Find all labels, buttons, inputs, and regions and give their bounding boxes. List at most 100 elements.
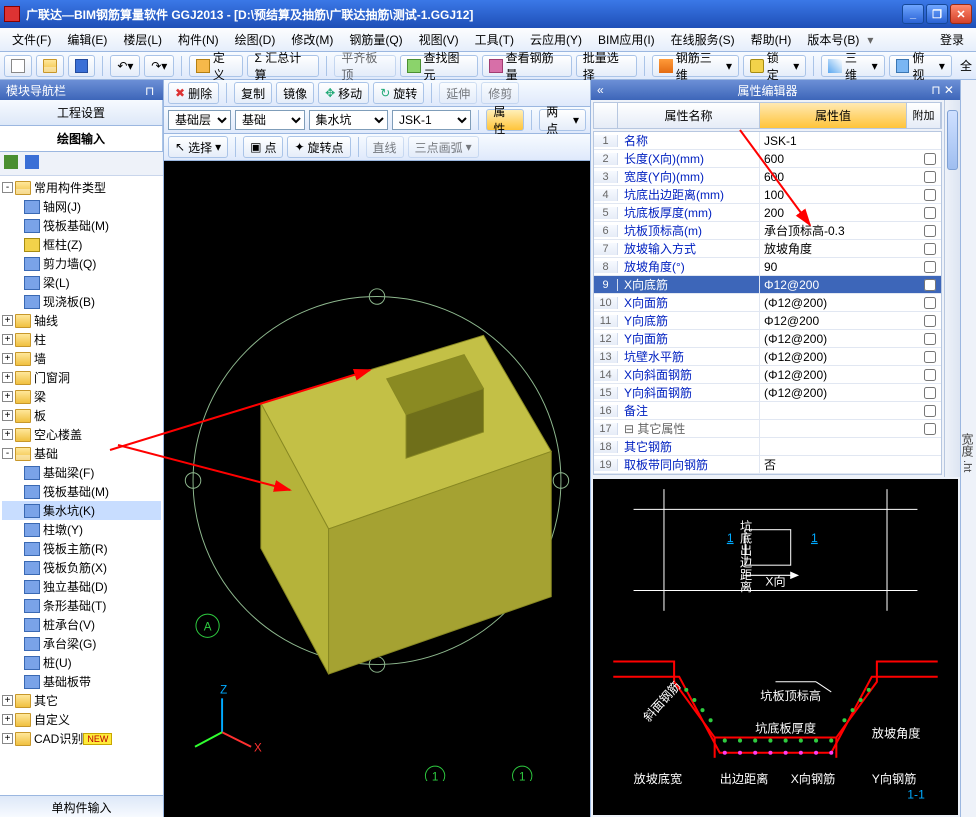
tree-item[interactable]: 基础梁(F) bbox=[2, 463, 161, 482]
category-select[interactable]: 基础 bbox=[235, 110, 305, 130]
rebar-3d-button[interactable]: 钢筋三维▾ bbox=[652, 55, 739, 77]
select-tool[interactable]: ↖选择▾ bbox=[168, 136, 228, 158]
panel-pin-icon[interactable]: ⊓ ✕ bbox=[931, 83, 954, 97]
maximize-button[interactable]: ❐ bbox=[926, 4, 948, 24]
expand-icon[interactable]: + bbox=[2, 733, 13, 744]
tree-item[interactable]: 板 bbox=[34, 407, 46, 424]
property-row[interactable]: 7 放坡输入方式 放坡角度 bbox=[594, 240, 941, 258]
login-link[interactable]: 登录 bbox=[932, 28, 972, 51]
extra-checkbox[interactable] bbox=[924, 279, 936, 291]
expand-icon[interactable]: + bbox=[2, 714, 13, 725]
toolbar-overflow[interactable]: 全 bbox=[960, 57, 972, 74]
extra-checkbox[interactable] bbox=[924, 261, 936, 273]
tree-item[interactable]: 轴线 bbox=[34, 312, 58, 329]
menu-file[interactable]: 文件(F) bbox=[4, 28, 59, 51]
expand-icon[interactable]: + bbox=[2, 410, 13, 421]
tree-item[interactable]: 空心楼盖 bbox=[34, 426, 82, 443]
minimize-button[interactable]: _ bbox=[902, 4, 924, 24]
tree-item[interactable]: 框柱(Z) bbox=[43, 236, 82, 253]
tree-item[interactable]: 柱 bbox=[34, 331, 46, 348]
sum-button[interactable]: Σ 汇总计算 bbox=[247, 55, 319, 77]
tab-single-component[interactable]: 单构件输入 bbox=[0, 795, 163, 817]
expand-icon[interactable]: - bbox=[2, 182, 13, 193]
property-row[interactable]: 1 名称 JSK-1 bbox=[594, 132, 941, 150]
new-button[interactable] bbox=[4, 55, 32, 77]
property-scrollbar[interactable] bbox=[944, 100, 960, 477]
item-select[interactable]: JSK-1 bbox=[392, 110, 471, 130]
mirror-button[interactable]: 镜像 bbox=[276, 82, 314, 104]
property-row[interactable]: 4 坑底出边距离(mm) 100 bbox=[594, 186, 941, 204]
save-button[interactable] bbox=[68, 55, 96, 77]
property-row[interactable]: 3 宽度(Y向)(mm) 600 bbox=[594, 168, 941, 186]
tree-item[interactable]: 筏板基础(M) bbox=[2, 482, 161, 501]
property-row[interactable]: 2 长度(X向)(mm) 600 bbox=[594, 150, 941, 168]
tree-item[interactable]: 其它 bbox=[34, 692, 58, 709]
layer-select[interactable]: 基础层 bbox=[168, 110, 231, 130]
extra-checkbox[interactable] bbox=[924, 225, 936, 237]
tab-draw-input[interactable]: 绘图输入 bbox=[0, 126, 163, 151]
tab-project-setup[interactable]: 工程设置 bbox=[0, 100, 163, 125]
expand-icon[interactable]: + bbox=[2, 334, 13, 345]
batch-select-button[interactable]: 批量选择 bbox=[576, 55, 637, 77]
redo-button[interactable]: ↷▾ bbox=[144, 55, 174, 77]
tree-item[interactable]: 墙 bbox=[34, 350, 46, 367]
tree-item[interactable]: 集水坑(K) bbox=[2, 501, 161, 520]
extra-checkbox[interactable] bbox=[924, 153, 936, 165]
tree-root[interactable]: 常用构件类型 bbox=[34, 179, 106, 196]
tree-item[interactable]: 梁 bbox=[34, 388, 46, 405]
point-tool[interactable]: ▣点 bbox=[243, 136, 283, 158]
tree-item[interactable]: 梁(L) bbox=[43, 274, 70, 291]
extra-checkbox[interactable] bbox=[924, 387, 936, 399]
tree-item[interactable]: 筏板主筋(R) bbox=[2, 539, 161, 558]
component-tree[interactable]: -常用构件类型 轴网(J) 筏板基础(M) 框柱(Z) 剪力墙(Q) 梁(L) … bbox=[0, 176, 163, 795]
tree-item[interactable]: 自定义 bbox=[34, 711, 70, 728]
copy-button[interactable]: 复制 bbox=[234, 82, 272, 104]
extra-checkbox[interactable] bbox=[924, 423, 936, 435]
trim-button[interactable]: 修剪 bbox=[481, 82, 519, 104]
arc3-tool[interactable]: 三点画弧▾ bbox=[408, 136, 479, 158]
menu-dropdown-icon[interactable]: ▾ bbox=[867, 33, 873, 47]
find-element-button[interactable]: 查找图元 bbox=[400, 55, 478, 77]
extra-checkbox[interactable] bbox=[924, 315, 936, 327]
col-extra[interactable]: 附加 bbox=[907, 103, 941, 128]
property-row[interactable]: 9 X向底筋 Φ12@200 bbox=[594, 276, 941, 294]
tree-item[interactable]: 筏板负筋(X) bbox=[2, 558, 161, 577]
undo-button[interactable]: ↶▾ bbox=[110, 55, 140, 77]
viewport-3d[interactable]: A 1 1 Z X bbox=[164, 161, 590, 817]
expand-icon[interactable]: + bbox=[2, 372, 13, 383]
extra-checkbox[interactable] bbox=[924, 297, 936, 309]
property-row[interactable]: 13 坑壁水平筋 (Φ12@200) bbox=[594, 348, 941, 366]
tree-item[interactable]: 门窗洞 bbox=[34, 369, 70, 386]
view-top-button[interactable]: 俯视▾ bbox=[889, 55, 952, 77]
view-3d-button[interactable]: 三维▾ bbox=[821, 55, 884, 77]
col-name[interactable]: 属性名称 bbox=[618, 103, 760, 128]
tree-item[interactable]: 筏板基础(M) bbox=[43, 217, 109, 234]
property-row[interactable]: 19 取板带同向钢筋 否 bbox=[594, 456, 941, 474]
move-button[interactable]: ✥移动 bbox=[318, 82, 369, 104]
expand-icon[interactable]: + bbox=[2, 429, 13, 440]
expand-icon[interactable]: + bbox=[2, 315, 13, 326]
property-row[interactable]: 18 其它钢筋 bbox=[594, 438, 941, 456]
expand-icon[interactable]: + bbox=[2, 695, 13, 706]
tree-tool-icon[interactable] bbox=[4, 155, 18, 169]
property-row[interactable]: 10 X向面筋 (Φ12@200) bbox=[594, 294, 941, 312]
property-row[interactable]: 17 ⊟ 其它属性 bbox=[594, 420, 941, 438]
subcat-select[interactable]: 集水坑 bbox=[309, 110, 388, 130]
extra-checkbox[interactable] bbox=[924, 171, 936, 183]
rotate-button[interactable]: ↻旋转 bbox=[373, 82, 424, 104]
pin-icon[interactable]: ⊓ ✕ bbox=[145, 84, 157, 96]
property-row[interactable]: 6 坑板顶标高(m) 承台顶标高-0.3 bbox=[594, 222, 941, 240]
define-button[interactable]: 定义 bbox=[189, 55, 243, 77]
extra-checkbox[interactable] bbox=[924, 189, 936, 201]
tree-item[interactable]: 独立基础(D) bbox=[2, 577, 161, 596]
line-tool[interactable]: 直线 bbox=[366, 136, 404, 158]
tree-item[interactable]: 条形基础(T) bbox=[2, 596, 161, 615]
property-row[interactable]: 5 坑底板厚度(mm) 200 bbox=[594, 204, 941, 222]
expand-icon[interactable]: + bbox=[2, 391, 13, 402]
tree-item[interactable]: 基础板带 bbox=[2, 672, 161, 691]
property-grid[interactable]: 1 名称 JSK-1 2 长度(X向)(mm) 600 3 宽度(Y向)(mm)… bbox=[593, 131, 942, 475]
property-button[interactable]: 属性 bbox=[486, 109, 524, 131]
extra-checkbox[interactable] bbox=[924, 207, 936, 219]
lock-button[interactable]: 锁定▾ bbox=[743, 55, 806, 77]
extend-button[interactable]: 延伸 bbox=[439, 82, 477, 104]
